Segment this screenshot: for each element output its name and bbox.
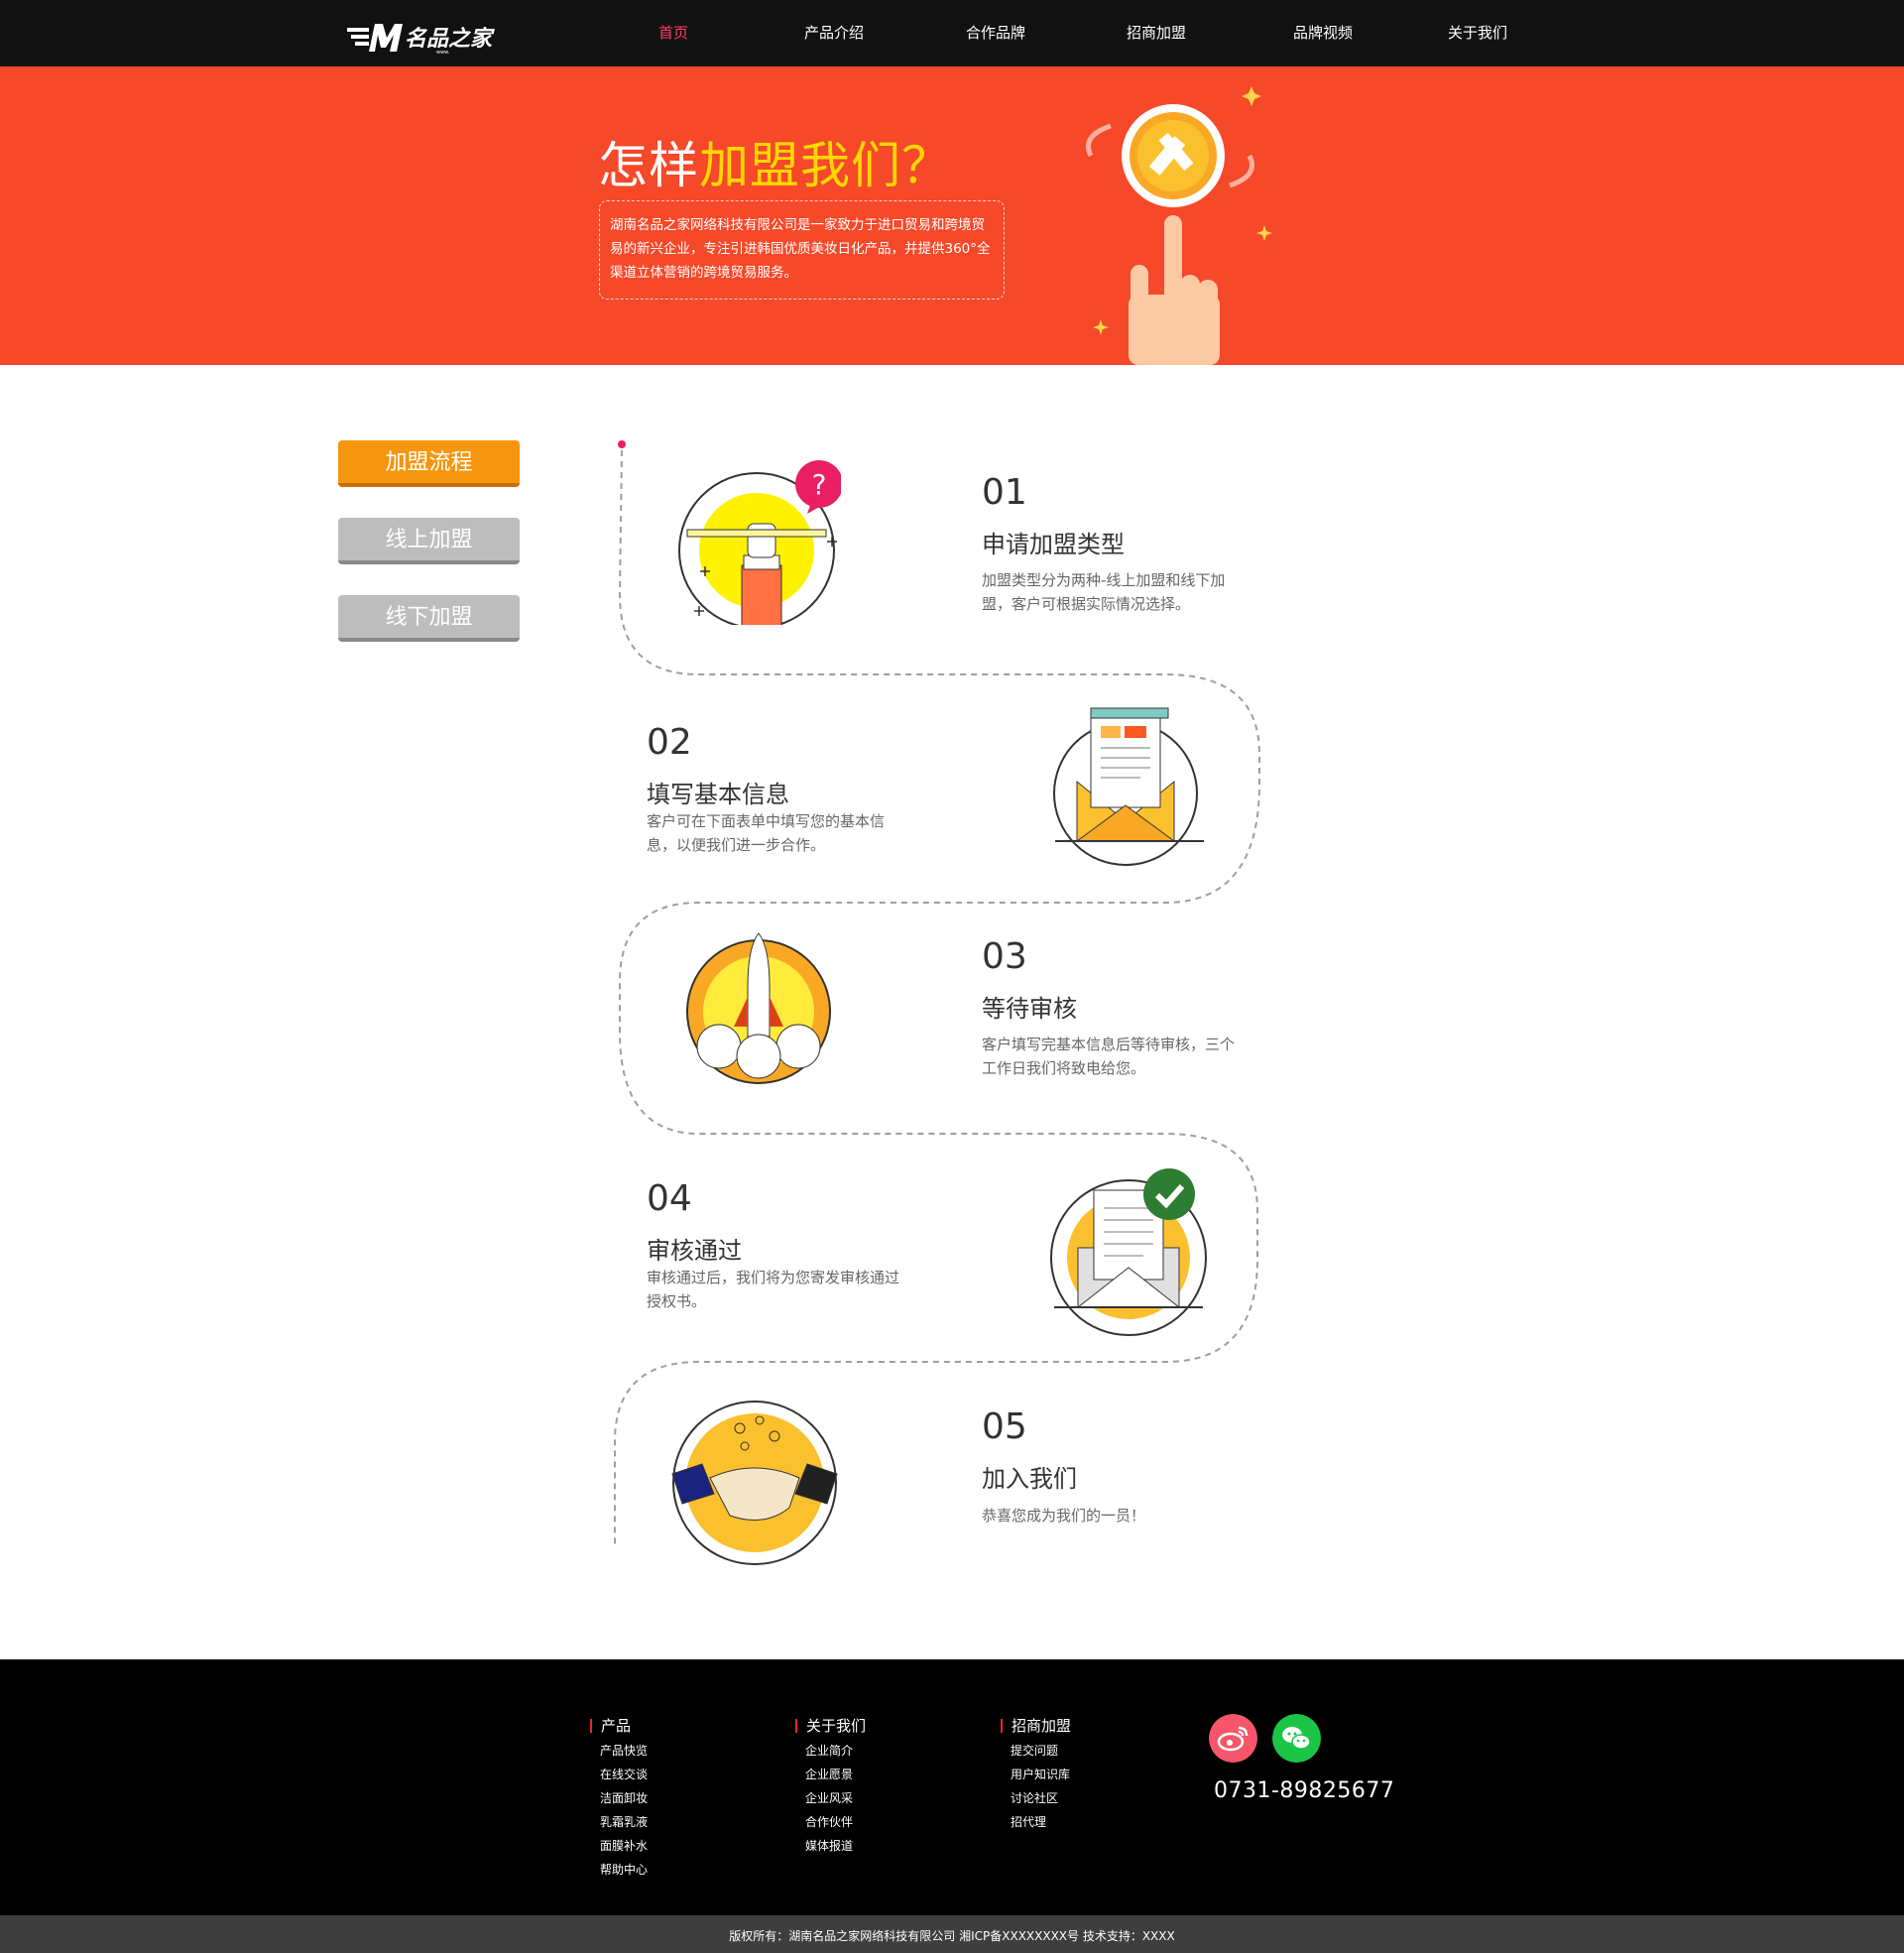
contact-phone: 0731-89825677 [1214, 1778, 1395, 1803]
step-2-number: 02 [647, 722, 692, 763]
side-btn-process[interactable]: 加盟流程 [338, 440, 520, 487]
step-2-desc: 客户可在下面表单中填写您的基本信息，以便我们进一步合作。 [647, 812, 886, 854]
footer-link[interactable]: 讨论社区 [1011, 1789, 1058, 1806]
banner-title: 怎样加盟我们？ [598, 126, 952, 197]
step-5-desc: 恭喜您成为我们的一员！ [982, 1507, 1146, 1525]
coin-finger-illustration [1086, 86, 1272, 365]
banner-title-highlight: 加盟我们？ [699, 137, 952, 194]
footer-link[interactable]: 洁面卸妆 [600, 1789, 648, 1806]
step-3-number: 03 [982, 936, 1027, 977]
footer-link[interactable]: 企业风采 [805, 1789, 853, 1806]
svg-text:www.: www. [436, 50, 450, 56]
footer-col-franchise-title[interactable]: 招商加盟 [1001, 1719, 1071, 1734]
step-5-title: 加入我们 [982, 1465, 1077, 1493]
handshake-icon [671, 1401, 838, 1565]
footer-link[interactable]: 合作伙伴 [805, 1813, 853, 1830]
copyright-text: 版权所有：湖南名品之家网络科技有限公司 湘ICP备XXXXXXXX号 技术支持：… [729, 1929, 1175, 1943]
rocket-icon [683, 932, 834, 1087]
logo-text: 名品之家 [405, 26, 495, 52]
step-4-title: 审核通过 [647, 1237, 742, 1265]
side-btn-offline[interactable]: 线下加盟 [338, 595, 520, 642]
footer-link[interactable]: 招代理 [1011, 1813, 1046, 1830]
side-btn-online[interactable]: 线上加盟 [338, 518, 520, 564]
step-1-desc: 加盟类型分为两种-线上加盟和线下加盟，客户可根据实际情况选择。 [982, 571, 1226, 613]
step-3-desc: 客户填写完基本信息后等待审核，三个工作日我们将致电给您。 [982, 1036, 1236, 1077]
envelope-check-icon [1050, 1168, 1207, 1336]
envelope-form-icon [1053, 707, 1204, 866]
banner-description: 湖南名品之家网络科技有限公司是一家致力于进口贸易和跨境贸易的新兴企业，专注引进韩… [599, 200, 1005, 300]
step-4-desc: 审核通过后，我们将为您寄发审核通过授权书。 [647, 1269, 900, 1310]
footer-link[interactable]: 企业简介 [805, 1742, 853, 1759]
nav-videos[interactable]: 品牌视频 [1293, 22, 1353, 43]
wechat-icon[interactable] [1272, 1714, 1321, 1763]
hero-banner: 怎样加盟我们？ 湖南名品之家网络科技有限公司是一家致力于进口贸易和跨境贸易的新兴… [0, 66, 1904, 365]
step-1-number: 01 [982, 472, 1027, 513]
top-nav [0, 0, 1904, 66]
step-3-title: 等待审核 [982, 995, 1077, 1023]
footer [0, 1659, 1904, 1915]
banner-title-prefix: 怎样 [598, 137, 699, 194]
footer-col-products-title[interactable]: 产品 [590, 1719, 631, 1734]
nav-products[interactable]: 产品介绍 [804, 22, 864, 43]
step-2-title: 填写基本信息 [647, 781, 789, 808]
footer-link[interactable]: 企业愿景 [805, 1766, 853, 1782]
footer-link[interactable]: 用户知识库 [1011, 1766, 1070, 1782]
nav-about[interactable]: 关于我们 [1448, 22, 1507, 43]
footer-link[interactable]: 乳霜乳液 [600, 1813, 648, 1830]
site-logo[interactable]: 名品之家 www. [347, 18, 511, 58]
footer-link[interactable]: 在线交谈 [600, 1766, 648, 1782]
weibo-icon[interactable] [1209, 1714, 1257, 1763]
svg-text:?: ? [812, 468, 827, 501]
nav-brands[interactable]: 合作品牌 [966, 22, 1025, 43]
footer-link[interactable]: 媒体报道 [805, 1837, 853, 1854]
step-4-number: 04 [647, 1178, 692, 1219]
nav-home[interactable]: 首页 [658, 22, 688, 43]
step-1-title: 申请加盟类型 [982, 531, 1125, 558]
footer-link[interactable]: 提交问题 [1011, 1742, 1058, 1759]
nav-franchise[interactable]: 招商加盟 [1127, 22, 1186, 43]
step-5-number: 05 [982, 1406, 1027, 1447]
footer-link[interactable]: 产品快览 [600, 1742, 648, 1759]
footer-link[interactable]: 面膜补水 [600, 1837, 648, 1854]
hand-pencil-question-icon: ? [678, 460, 841, 625]
footer-link[interactable]: 帮助中心 [600, 1861, 648, 1878]
footer-col-about-title[interactable]: 关于我们 [795, 1719, 866, 1734]
